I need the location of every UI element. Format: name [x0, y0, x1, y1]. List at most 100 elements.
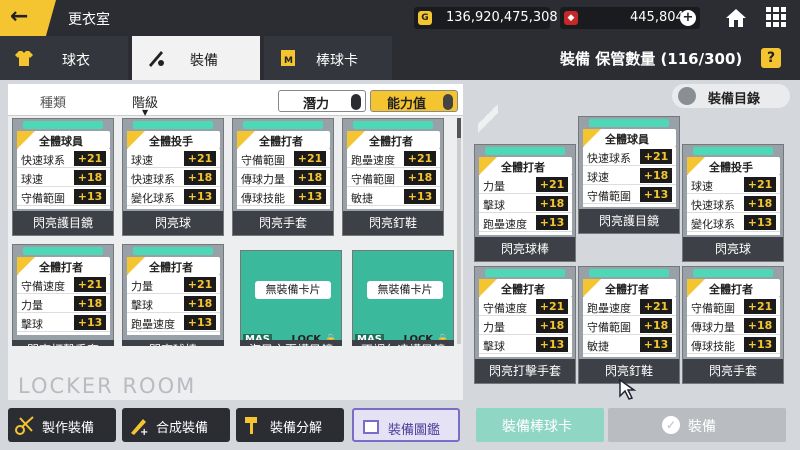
scrollbar[interactable]	[457, 118, 461, 344]
equipped-card[interactable]: 全體打者 力量 +21 擊球 +18 跑壘速度 +13 閃亮球棒	[474, 144, 576, 262]
book-icon	[363, 420, 379, 434]
tab-equipment[interactable]: 裝備	[132, 36, 260, 80]
help-button[interactable]: ?	[761, 48, 781, 68]
button-label: 裝備圖鑑	[388, 423, 441, 438]
stat-value: +21	[74, 151, 106, 166]
page-title: 更衣室	[68, 12, 110, 28]
ability-toggle[interactable]: 能力值	[370, 90, 458, 112]
equipment-card[interactable]: 全體打者 守備速度 +21 力量 +18 擊球 +13	[12, 244, 114, 344]
person-icon	[678, 87, 696, 105]
stat-name: 跑壘速度	[483, 218, 527, 231]
stat-list: 球速 +21 快速球系 +18 變化球系 +13	[687, 175, 780, 235]
stat-list: 球速 +21 快速球系 +18 變化球系 +13	[127, 149, 220, 209]
stat-list: 守備範圍 +21 傳球力量 +18 傳球技能 +13	[237, 149, 330, 209]
stat-list: 快速球系 +21 球速 +18 守備範圍 +13	[583, 147, 676, 207]
rarity-tag	[485, 147, 565, 155]
stat-value: +13	[744, 215, 776, 230]
stat-list: 守備範圍 +21 傳球力量 +18 傳球技能 +13	[687, 297, 780, 357]
stat-value: +13	[744, 337, 776, 352]
tab-jersey[interactable]: 球衣	[0, 36, 128, 80]
craft-button[interactable]: 製作裝備	[8, 408, 116, 442]
potential-toggle[interactable]: 潛力	[278, 90, 366, 112]
stat-value: +21	[640, 149, 672, 164]
add-gem-icon[interactable]: +	[680, 10, 696, 26]
stat-value: +18	[536, 318, 568, 333]
tab-baseball-card[interactable]: M 棒球卡	[264, 36, 392, 80]
button-label: 裝備目錄	[708, 92, 761, 107]
equipped-card[interactable]: 全體打者 守備速度 +21 力量 +18 擊球 +13 閃亮打擊手套	[474, 266, 576, 384]
card-header-text: 全體打者	[39, 261, 83, 274]
card-name: 閃亮球	[683, 237, 783, 261]
stat-value: +13	[536, 337, 568, 352]
encyclopedia-button[interactable]: 裝備圖鑑	[352, 408, 460, 442]
scroll-thumb[interactable]	[457, 118, 461, 138]
gem-icon: ◆	[564, 11, 578, 25]
stat-list: 守備速度 +21 力量 +18 擊球 +13	[479, 297, 572, 357]
stat-value: +21	[640, 299, 672, 314]
stat-name: 守備範圍	[21, 192, 65, 205]
tab-label: 裝備	[190, 53, 218, 69]
stat-name: 球速	[131, 154, 153, 167]
equipped-card[interactable]: 全體打者 守備範圍 +21 傳球力量 +18 傳球技能 +13 閃亮手套	[682, 266, 784, 384]
equipment-directory-button[interactable]: 裝備目錄	[672, 84, 790, 108]
stat-list: 跑壘速度 +21 守備範圍 +18 敏捷 +13	[347, 149, 440, 209]
svg-text:M: M	[284, 56, 293, 66]
card-header: 全體球員	[17, 131, 110, 149]
card-name: 閃亮護目鏡	[579, 209, 679, 233]
tab-label: 棒球卡	[316, 53, 358, 69]
card-header-text: 全體球員	[605, 133, 649, 146]
card-header-text: 全體打者	[501, 283, 545, 296]
card-header-text: 全體打者	[605, 283, 649, 296]
stat-name: 擊球	[483, 199, 505, 212]
dismantle-button[interactable]: 裝備分解	[236, 408, 344, 442]
stat-value: +13	[74, 189, 106, 204]
stat-name: 變化球系	[691, 218, 735, 231]
stat-value: +18	[640, 318, 672, 333]
bat-ball-icon	[149, 51, 164, 67]
equip-button[interactable]: ✓ 裝備	[608, 408, 786, 442]
card-slot[interactable]: 無裝備卡片 MAS LOCK 🔒	[240, 250, 342, 350]
home-icon[interactable]	[724, 6, 748, 30]
stat-name: 快速球系	[587, 152, 631, 165]
card-header: 全體球員	[583, 129, 676, 147]
card-name: 閃亮球	[123, 211, 223, 235]
equipment-card[interactable]: 全體打者 守備範圍 +21 傳球力量 +18 傳球技能 +13 閃亮手套	[232, 118, 334, 236]
stat-value: +18	[184, 170, 216, 185]
equipment-card[interactable]: 全體打者 跑壘速度 +21 守備範圍 +18 敏捷 +13 閃亮釘鞋	[342, 118, 444, 236]
equipped-card[interactable]: 全體打者 跑壘速度 +21 守備範圍 +18 敏捷 +13 閃亮釘鞋	[578, 266, 680, 384]
stat-value: +18	[744, 318, 776, 333]
stat-name: 力量	[21, 299, 43, 312]
filter-type[interactable]: 種類	[40, 92, 66, 111]
stat-name: 守備速度	[21, 280, 65, 293]
stat-name: 跑壘速度	[131, 318, 175, 331]
stat-list: 跑壘速度 +21 守備範圍 +18 敏捷 +13	[583, 297, 676, 357]
check-icon: ✓	[662, 416, 680, 434]
stat-name: 守備範圍	[587, 190, 631, 203]
stat-value: +18	[744, 196, 776, 211]
decor-stripes	[478, 100, 498, 140]
equipment-card[interactable]: 全體打者 力量 +21 擊球 +18 跑壘速度 +13	[122, 244, 224, 344]
equipment-card[interactable]: 全體投手 球速 +21 快速球系 +18 變化球系 +13 閃亮球	[122, 118, 224, 236]
equipped-card[interactable]: 全體投手 球速 +21 快速球系 +18 變化球系 +13 閃亮球	[682, 144, 784, 262]
rarity-tag	[589, 269, 669, 277]
stat-list: 守備速度 +21 力量 +18 擊球 +13	[17, 275, 110, 335]
equipment-card[interactable]: 全體球員 快速球系 +21 球速 +18 守備範圍 +13 閃亮護目鏡	[12, 118, 114, 236]
combine-button[interactable]: + 合成裝備	[122, 408, 230, 442]
rarity-tag	[133, 247, 213, 255]
card-header-text: 全體打者	[149, 261, 193, 274]
no-equip-label: 無裝備卡片	[255, 281, 331, 299]
card-header-text: 全體打者	[709, 283, 753, 296]
stat-value: +13	[184, 315, 216, 330]
stat-value: +18	[404, 170, 436, 185]
combine-icon: +	[131, 419, 148, 436]
stat-name: 球速	[691, 180, 713, 193]
grid-menu-icon[interactable]	[766, 7, 786, 27]
stat-value: +13	[74, 315, 106, 330]
equipped-card[interactable]: 全體球員 快速球系 +21 球速 +18 守備範圍 +13 閃亮護目鏡	[578, 116, 680, 234]
card-slot[interactable]: 無裝備卡片 MAS LOCK 🔒	[352, 250, 454, 350]
stat-name: 球速	[587, 171, 609, 184]
equip-baseball-card-button[interactable]: 裝備棒球卡	[476, 408, 604, 442]
stat-name: 力量	[131, 280, 153, 293]
stat-list: 力量 +21 擊球 +18 跑壘速度 +13	[479, 175, 572, 235]
coin-balance: G 136,920,475,308	[414, 7, 558, 29]
